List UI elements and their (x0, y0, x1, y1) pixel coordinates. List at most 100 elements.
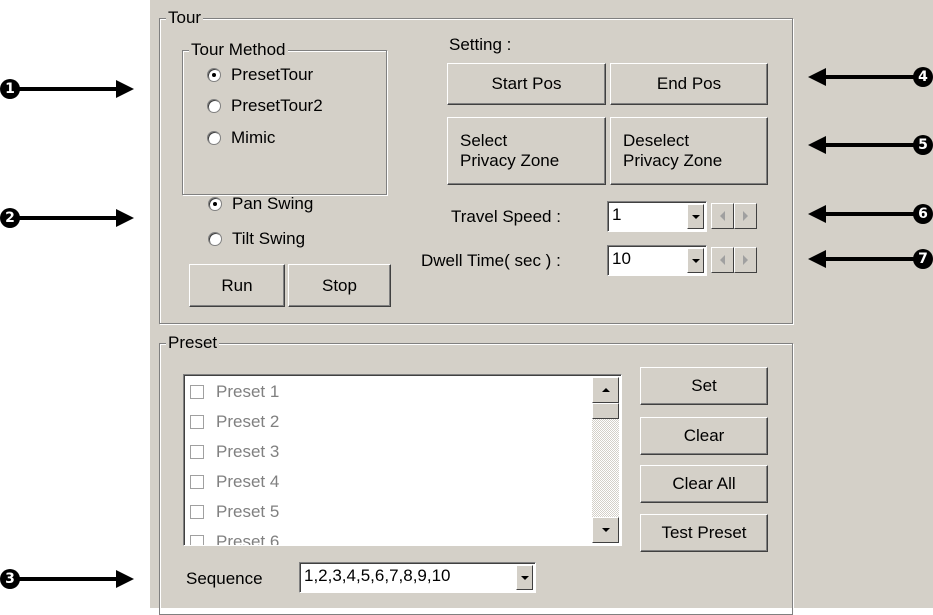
radio-mimic[interactable]: Mimic (207, 128, 275, 148)
preset-list-scrollbar[interactable] (592, 377, 619, 543)
list-item[interactable]: Preset 6 (190, 532, 280, 546)
dwell-time-select[interactable]: 10 (607, 245, 707, 276)
callout-marker-5: 5 (913, 135, 933, 155)
checkbox-icon[interactable] (190, 535, 204, 545)
sequence-label: Sequence (186, 569, 263, 588)
callout-arrow-7 (824, 257, 920, 261)
radio-label: PresetTour (231, 65, 314, 84)
chevron-down-icon[interactable] (687, 204, 704, 229)
stop-button[interactable]: Stop (288, 264, 391, 307)
radio-unchecked-icon (207, 99, 221, 113)
dwell-time-increase-button[interactable] (734, 247, 757, 273)
radio-unchecked-icon (208, 232, 222, 246)
callout-marker-1: 1 (0, 79, 20, 99)
arrow-left-icon (720, 255, 725, 265)
radio-label: Tilt Swing (232, 229, 306, 248)
callout-marker-6: 6 (913, 204, 933, 224)
dwell-time-label: Dwell Time( sec ) : (421, 251, 561, 270)
tour-group: Tour Tour Method PresetTour PresetTour2 … (159, 8, 793, 324)
dwell-time-value: 10 (612, 249, 631, 268)
chevron-down-icon[interactable] (687, 248, 704, 273)
start-pos-button[interactable]: Start Pos (447, 63, 606, 105)
sequence-select[interactable]: 1,2,3,4,5,6,7,8,9,10 (299, 562, 536, 593)
callout-arrow-5 (824, 143, 920, 147)
radio-preset-tour2[interactable]: PresetTour2 (207, 96, 323, 116)
run-button[interactable]: Run (189, 264, 285, 307)
sequence-value: 1,2,3,4,5,6,7,8,9,10 (304, 566, 451, 585)
scroll-down-button[interactable] (592, 517, 619, 543)
list-item-label: Preset 3 (216, 442, 280, 461)
setting-label: Setting : (449, 35, 512, 54)
list-item[interactable]: Preset 4 (190, 472, 279, 492)
preset-group: Preset Preset 1 Preset 2 Preset 3 Preset… (159, 333, 793, 615)
callout-marker-4: 4 (913, 67, 933, 87)
clear-all-button[interactable]: Clear All (640, 465, 768, 503)
dwell-time-decrease-button[interactable] (711, 247, 734, 273)
checkbox-icon[interactable] (190, 505, 204, 519)
chevron-down-icon (601, 528, 610, 532)
checkbox-icon[interactable] (190, 415, 204, 429)
preset-group-label: Preset (166, 333, 220, 353)
select-privacy-zone-button[interactable]: Select Privacy Zone (447, 117, 606, 185)
checkbox-icon[interactable] (190, 385, 204, 399)
set-button[interactable]: Set (640, 367, 768, 405)
button-line: Privacy Zone (460, 151, 560, 170)
radio-pan-swing[interactable]: Pan Swing (208, 194, 313, 214)
callout-marker-3: 3 (0, 569, 20, 589)
checkbox-icon[interactable] (190, 475, 204, 489)
callout-arrow-1 (18, 87, 118, 91)
list-item[interactable]: Preset 3 (190, 442, 279, 462)
tour-group-label: Tour (166, 8, 204, 28)
callout-marker-2: 2 (0, 208, 20, 228)
callout-arrow-4 (824, 75, 920, 79)
travel-speed-value: 1 (612, 205, 622, 224)
travel-speed-increase-button[interactable] (734, 203, 757, 229)
list-item[interactable]: Preset 2 (190, 412, 279, 432)
select-privacy-zone-text: Select Privacy Zone (460, 131, 559, 171)
radio-tilt-swing[interactable]: Tilt Swing (208, 229, 305, 249)
end-pos-button[interactable]: End Pos (610, 63, 768, 105)
tour-method-group: Tour Method PresetTour PresetTour2 Mimic (182, 40, 387, 195)
callout-arrow-3 (18, 577, 118, 581)
callout-arrow-6 (824, 212, 920, 216)
radio-unchecked-icon (207, 131, 221, 145)
callout-arrow-2 (18, 216, 118, 220)
arrow-head-icon (116, 80, 134, 98)
button-line: Deselect (623, 131, 690, 150)
arrow-right-icon (743, 255, 748, 265)
radio-label: Pan Swing (232, 194, 314, 213)
chevron-up-icon (601, 388, 610, 392)
preset-list[interactable]: Preset 1 Preset 2 Preset 3 Preset 4 Pres… (183, 374, 622, 546)
callout-marker-7: 7 (913, 249, 933, 269)
radio-checked-icon (207, 68, 221, 82)
travel-speed-decrease-button[interactable] (711, 203, 734, 229)
list-item-label: Preset 4 (216, 472, 280, 491)
arrow-right-icon (743, 211, 748, 221)
arrow-head-icon (116, 570, 134, 588)
travel-speed-select[interactable]: 1 (607, 201, 707, 232)
list-item[interactable]: Preset 1 (190, 382, 279, 402)
radio-label: Mimic (231, 128, 276, 147)
button-line: Privacy Zone (623, 151, 723, 170)
travel-speed-label: Travel Speed : (451, 207, 561, 226)
arrow-head-icon (116, 209, 134, 227)
scroll-up-button[interactable] (592, 377, 619, 403)
deselect-privacy-zone-text: Deselect Privacy Zone (623, 131, 722, 171)
tour-settings-panel: Tour Tour Method PresetTour PresetTour2 … (150, 0, 933, 615)
scroll-thumb[interactable] (592, 403, 619, 419)
arrow-left-icon (720, 211, 725, 221)
clear-button[interactable]: Clear (640, 417, 768, 455)
list-item-label: Preset 6 (216, 532, 280, 546)
radio-preset-tour[interactable]: PresetTour (207, 65, 313, 85)
button-line: Select (460, 131, 508, 150)
list-item-label: Preset 5 (216, 502, 280, 521)
checkbox-icon[interactable] (190, 445, 204, 459)
list-item-label: Preset 2 (216, 412, 280, 431)
list-item-label: Preset 1 (216, 382, 280, 401)
deselect-privacy-zone-button[interactable]: Deselect Privacy Zone (610, 117, 768, 185)
radio-checked-icon (208, 197, 222, 211)
test-preset-button[interactable]: Test Preset (640, 514, 768, 552)
list-item[interactable]: Preset 5 (190, 502, 279, 522)
radio-label: PresetTour2 (231, 96, 323, 115)
chevron-down-icon[interactable] (516, 565, 533, 590)
